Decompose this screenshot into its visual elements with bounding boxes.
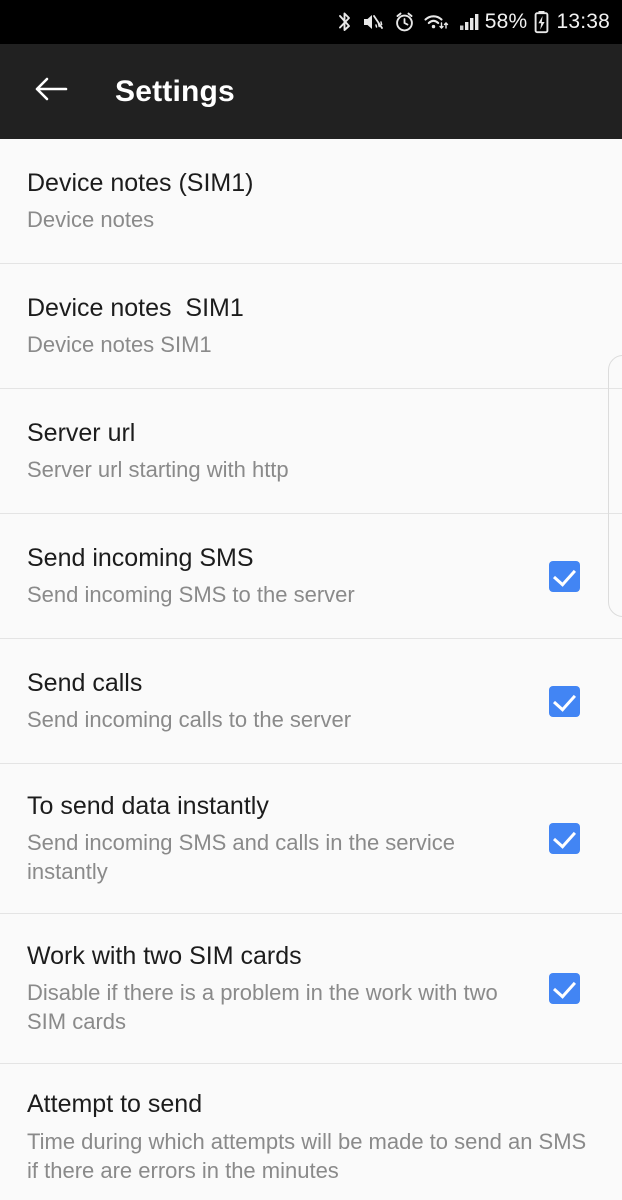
app-bar: Settings — [0, 44, 622, 139]
setting-subtitle: Device notes SIM1 — [27, 332, 212, 358]
wifi-icon — [424, 11, 450, 33]
setting-row-work-with-two-sim-cards[interactable]: Work with two SIM cards Disable if there… — [0, 914, 622, 1064]
alarm-clock-icon — [394, 11, 415, 33]
battery-percent-label: 58% — [484, 10, 528, 33]
cellular-signal-icon — [459, 11, 482, 33]
row-text-block: Attempt to send Time during which attemp… — [27, 1064, 598, 1200]
scrollbar-thumb[interactable] — [608, 355, 622, 617]
setting-row-attempt-to-send[interactable]: Attempt to send Time during which attemp… — [0, 1064, 622, 1183]
status-bar: 58% 13:38 — [0, 0, 622, 44]
setting-subtitle: Disable if there is a problem in the wor… — [27, 980, 498, 1035]
setting-checkbox[interactable] — [536, 811, 592, 867]
status-bar-icons — [336, 11, 482, 33]
battery-charging-icon — [533, 10, 550, 34]
setting-checkbox[interactable] — [536, 548, 592, 604]
setting-subtitle: Device notes — [27, 207, 155, 233]
setting-title: Work with two SIM cards — [27, 941, 302, 970]
row-text-block: Device notes SIM1 Device notes SIM1 — [27, 271, 598, 382]
back-button[interactable] — [30, 71, 72, 113]
row-text-block: Server url Server url starting with http — [27, 396, 598, 507]
settings-list[interactable]: Device notes (SIM1) Device notes Device … — [0, 139, 622, 1200]
setting-checkbox[interactable] — [536, 961, 592, 1017]
setting-subtitle: Send incoming calls to the server — [27, 707, 352, 733]
setting-title: Device notes (SIM1) — [27, 168, 254, 197]
setting-title: Attempt to send — [27, 1090, 203, 1118]
setting-row-to-send-data-instantly[interactable]: To send data instantly Send incoming SMS… — [0, 764, 622, 914]
setting-subtitle: Time during which attempts will be made … — [27, 1128, 587, 1183]
page-title: Settings — [115, 74, 235, 108]
setting-checkbox[interactable] — [536, 673, 592, 729]
setting-row-server-url[interactable]: Server url Server url starting with http — [0, 389, 622, 514]
back-arrow-icon — [33, 75, 69, 108]
setting-title: To send data instantly — [27, 791, 269, 820]
checkmark-icon — [548, 973, 580, 1004]
setting-title: Server url — [27, 418, 136, 447]
setting-subtitle: Send incoming SMS to the server — [27, 582, 355, 608]
volume-mute-vibrate-icon — [362, 11, 385, 33]
checkmark-icon — [548, 560, 580, 592]
row-text-block: Work with two SIM cards Disable if there… — [27, 919, 528, 1059]
setting-title: Device notes SIM1 — [27, 293, 244, 322]
checkmark-icon — [548, 685, 580, 717]
row-text-block: Device notes (SIM1) Device notes — [27, 146, 598, 257]
setting-subtitle: Send incoming SMS and calls in the servi… — [27, 830, 455, 885]
setting-row-device-notes-sim1[interactable]: Device notes SIM1 Device notes SIM1 — [0, 264, 622, 389]
setting-row-send-incoming-sms[interactable]: Send incoming SMS Send incoming SMS to t… — [0, 514, 622, 639]
row-text-block: Send calls Send incoming calls to the se… — [27, 646, 528, 757]
clock-label: 13:38 — [556, 10, 610, 33]
setting-title: Send incoming SMS — [27, 543, 254, 572]
row-text-block: To send data instantly Send incoming SMS… — [27, 769, 528, 909]
bluetooth-icon — [336, 11, 353, 33]
setting-row-device-notes-sim1-paren[interactable]: Device notes (SIM1) Device notes — [0, 139, 622, 264]
setting-subtitle: Server url starting with http — [27, 457, 289, 483]
checkmark-icon — [548, 823, 580, 854]
setting-title: Send calls — [27, 668, 143, 697]
row-text-block: Send incoming SMS Send incoming SMS to t… — [27, 521, 528, 632]
setting-row-send-calls[interactable]: Send calls Send incoming calls to the se… — [0, 639, 622, 764]
